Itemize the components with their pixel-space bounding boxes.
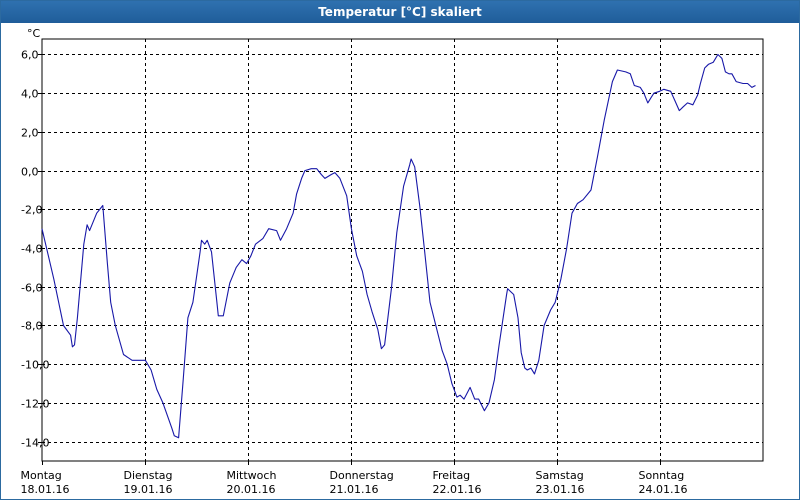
x-tick-day-label: Montag [21, 469, 62, 482]
y-tick-label: 0,0 [21, 166, 39, 179]
x-tick-day-label: Mittwoch [227, 469, 277, 482]
y-tick-label: -8,0 [21, 320, 42, 333]
y-tick-label: 6,0 [21, 49, 39, 62]
y-tick-label: 2,0 [21, 127, 39, 140]
x-tick-date-label: 24.01.16 [639, 483, 688, 496]
temperature-chart: 6,0 4,0 2,0 0,0 -2,0 -4,0 -6,0 -8,0 -10,0 -12,0 -1… [21, 27, 764, 496]
y-tick-label: 4,0 [21, 88, 39, 101]
x-tick-day-label: Donnerstag [330, 469, 394, 482]
x-tick-day-label: Freitag [433, 469, 471, 482]
x-tick-day-label: Sonntag [639, 469, 685, 482]
x-tick-day-label: Samstag [536, 469, 584, 482]
x-tick-date-label: 23.01.16 [536, 483, 585, 496]
y-tick-label: -10,0 [21, 359, 49, 372]
chart-window: Temperatur [°C] skaliert 6,0 4,0 2,0 0,0 -2,… [0, 0, 800, 500]
plot-area [41, 38, 764, 462]
x-tick-date-label: 22.01.16 [433, 483, 482, 496]
x-tick-date-label: 20.01.16 [227, 483, 276, 496]
x-tick-date-label: 21.01.16 [330, 483, 379, 496]
window-title: Temperatur [°C] skaliert [1, 1, 799, 23]
x-tick-date-label: 18.01.16 [21, 483, 70, 496]
x-tick-day-label: Dienstag [124, 469, 173, 482]
y-tick-label: -6,0 [21, 282, 42, 295]
x-tick-date-label: 19.01.16 [124, 483, 173, 496]
y-tick-label: -14,0 [21, 437, 49, 450]
y-axis-unit-label: °C [27, 27, 41, 40]
y-tick-label: -4,0 [21, 243, 42, 256]
y-tick-label: -12,0 [21, 398, 49, 411]
y-tick-label: -2,0 [21, 204, 42, 217]
